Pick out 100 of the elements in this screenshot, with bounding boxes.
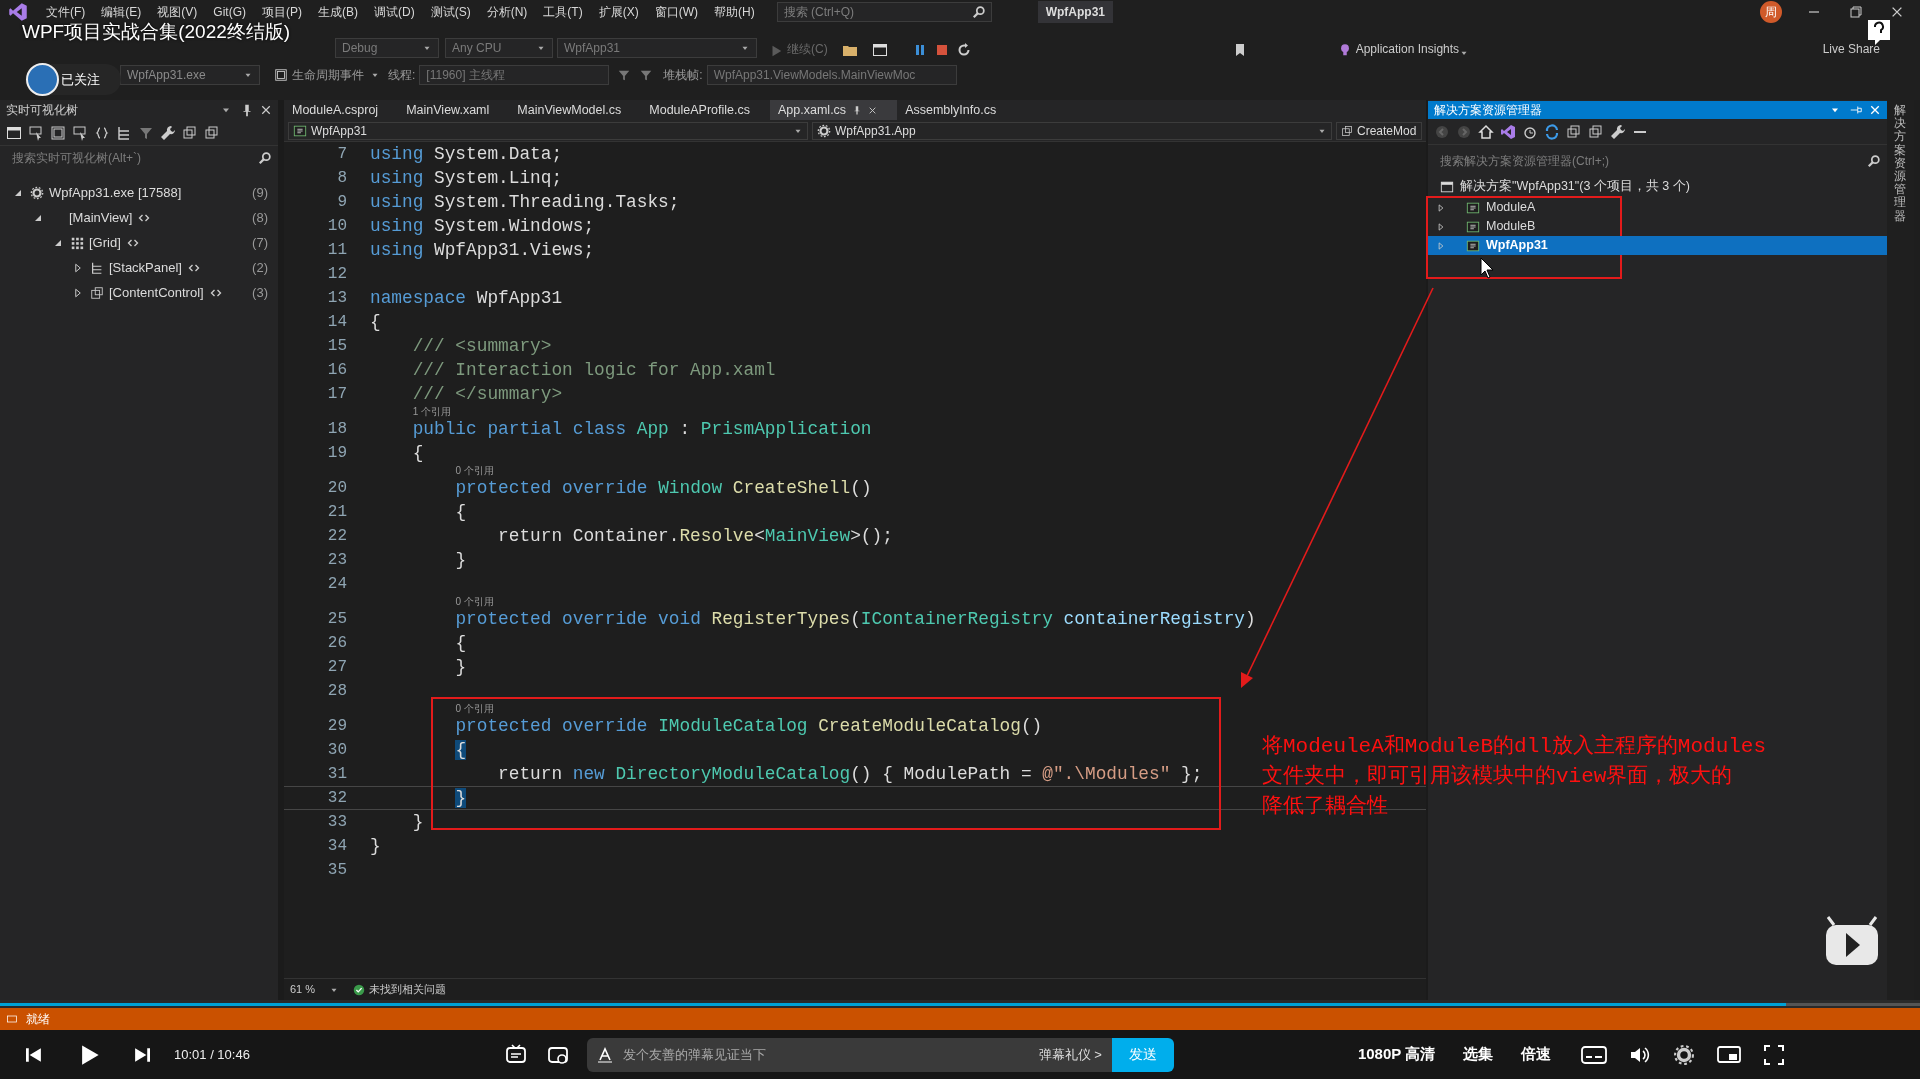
close-icon[interactable] [1890, 5, 1904, 19]
tree-item[interactable]: [MainView] (8) [32, 205, 278, 230]
wrench-icon[interactable] [1610, 123, 1626, 140]
menu-item[interactable]: 扩展(X) [590, 3, 647, 21]
editor-tab[interactable]: MainView.xaml [398, 100, 510, 120]
search-field[interactable]: 搜索解决方案资源管理器(Ctrl+;) [1434, 149, 1887, 173]
config-dropdown[interactable]: Debug [335, 38, 439, 58]
account-badge[interactable]: 周 [1760, 1, 1782, 23]
menu-item[interactable]: 工具(T) [535, 3, 591, 21]
side-tab[interactable]: 解决方案资源管理器 [1894, 104, 1906, 223]
search-field[interactable]: 搜索实时可视化树(Alt+`) [6, 146, 278, 170]
window-icon[interactable] [871, 42, 888, 58]
menu-item[interactable]: 编辑(E) [93, 3, 150, 21]
tree-item[interactable]: WpfApp31.exe [17588] (9) [12, 180, 278, 205]
copy-icon[interactable] [204, 124, 220, 141]
text-style-icon[interactable] [596, 1046, 613, 1063]
code-line: /// Interaction logic for App.xaml [411, 358, 776, 382]
tree-item[interactable]: [ContentControl] (3) [72, 280, 278, 305]
copy-icon[interactable] [182, 124, 198, 141]
menu-item[interactable]: 测试(S) [422, 3, 479, 21]
search-field[interactable]: 搜索 (Ctrl+Q) [776, 2, 992, 22]
editor-tab[interactable]: App.xaml.cs [770, 100, 898, 120]
editor-tab[interactable]: MainViewModel.cs [509, 100, 642, 120]
reference-count[interactable]: 0 个引用 [455, 703, 494, 714]
tree-item[interactable]: [StackPanel] (2) [72, 255, 278, 280]
line-number: 31 [326, 764, 347, 785]
menu-item[interactable]: 窗口(W) [646, 3, 706, 21]
menu-item[interactable]: 调试(D) [366, 3, 423, 21]
insights-button[interactable]: Application Insights [1355, 40, 1460, 58]
fullscreen-icon[interactable] [1763, 1043, 1786, 1066]
tree-label: [StackPanel] [109, 258, 182, 277]
solution-icon [1440, 179, 1454, 194]
subtitle-icon[interactable] [1581, 1044, 1608, 1065]
video-play-icon[interactable] [1826, 915, 1878, 965]
editor-tab[interactable]: ModuleA.csproj [284, 100, 399, 120]
square-icon[interactable] [50, 124, 66, 141]
etiquette-link[interactable]: 弹幕礼仪 > [1038, 1044, 1102, 1065]
line-number: 23 [326, 550, 347, 571]
editor-tab[interactable]: AssemblyInfo.cs [897, 100, 1017, 120]
menu-item[interactable]: 生成(B) [310, 3, 366, 21]
item-count: (7) [252, 233, 268, 252]
thread-dropdown[interactable]: [11960] 主线程 [419, 65, 610, 85]
menu-item[interactable]: Git(G) [205, 3, 254, 21]
type-selector[interactable]: WpfApp31.App [812, 121, 1332, 140]
reference-count[interactable]: 0 个引用 [455, 465, 494, 476]
window-icon[interactable] [6, 124, 22, 141]
next-icon[interactable] [134, 1045, 152, 1064]
collapsed-icon[interactable] [1436, 202, 1446, 213]
danmaku-toggle-icon[interactable] [504, 1043, 527, 1066]
process-dropdown[interactable]: WpfApp31.exe [120, 65, 260, 85]
filter-icon[interactable] [617, 68, 632, 82]
reference-count[interactable]: 1 个引用 [412, 406, 452, 417]
menu-item[interactable]: 帮助(H) [706, 3, 763, 21]
filter-icon[interactable] [639, 68, 654, 82]
lifecycle-label: 生命周期事件 [292, 67, 364, 84]
forward-icon[interactable] [1456, 123, 1472, 140]
pip-icon[interactable] [1717, 1044, 1742, 1065]
reference-count[interactable]: 0 个引用 [455, 596, 494, 607]
editor-tab[interactable]: ModuleAProfile.cs [641, 100, 771, 120]
wrench-icon[interactable] [160, 124, 176, 141]
restore-icon[interactable] [1848, 4, 1864, 20]
tree-item[interactable]: WpfApp31 [1428, 236, 1887, 255]
pointer-icon[interactable] [28, 124, 44, 141]
menu-item[interactable]: 视图(V) [149, 3, 206, 21]
tree-item[interactable]: 解决方案"WpfApp31"(3 个项目，共 3 个) [1428, 177, 1887, 196]
menu-item[interactable]: 分析(N) [478, 3, 536, 21]
close-icon[interactable] [260, 104, 272, 116]
tree-item[interactable]: ModuleA [1428, 198, 1620, 217]
project-dropdown[interactable]: WpfApp31 [557, 38, 757, 58]
menu-item[interactable]: 文件(F) [38, 3, 94, 21]
stack-icon[interactable] [116, 124, 132, 141]
refresh-icon[interactable] [1544, 123, 1560, 140]
home-icon[interactable] [1478, 123, 1494, 140]
zoom-level[interactable]: 61 % [290, 981, 316, 998]
menu-item[interactable]: 项目(P) [254, 3, 310, 21]
close-icon[interactable] [868, 105, 878, 115]
previous-icon[interactable] [24, 1045, 42, 1064]
member-selector[interactable]: CreateMod [1336, 121, 1422, 140]
line-number: 25 [326, 609, 347, 630]
line-number: 15 [326, 336, 347, 357]
copy-icon[interactable] [1588, 123, 1604, 140]
collapsed-icon[interactable] [72, 286, 84, 299]
episodes-button[interactable]: 选集 [1463, 1043, 1494, 1066]
volume-icon[interactable] [1629, 1044, 1652, 1065]
pointer-icon[interactable] [72, 124, 88, 141]
help-icon[interactable] [1868, 20, 1890, 45]
speed-button[interactable]: 倍速 [1521, 1043, 1552, 1066]
tree-label: WpfApp31.exe [17588] [49, 183, 182, 202]
tree-item[interactable]: [Grid] (7) [52, 230, 278, 255]
project-selector[interactable]: WpfApp31 [288, 121, 808, 140]
collapsed-icon[interactable] [1436, 221, 1446, 232]
collapse-icon[interactable] [1566, 123, 1582, 140]
platform-dropdown[interactable]: Any CPU [445, 38, 553, 58]
tree-item[interactable]: ModuleB [1428, 217, 1620, 236]
settings-icon[interactable] [1673, 1043, 1696, 1066]
live-share-button[interactable]: Live Share [1822, 40, 1880, 58]
back-icon[interactable] [1434, 123, 1450, 140]
danmaku-input[interactable]: 发个友善的弹幕见证当下 弹幕礼仪 > [586, 1037, 1112, 1072]
collapsed-icon[interactable] [72, 261, 84, 274]
quality-button[interactable]: 1080P 高清 [1357, 1043, 1436, 1066]
